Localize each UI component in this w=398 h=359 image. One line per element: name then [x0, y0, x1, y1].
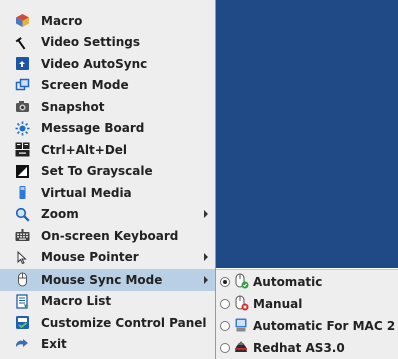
radio-button[interactable]: [220, 299, 230, 309]
macro-icon: [15, 13, 30, 28]
menu-item-exit[interactable]: Exit: [0, 334, 215, 356]
customize-panel-icon: [15, 315, 30, 330]
manual-mouse-icon: [233, 295, 249, 311]
menu-item-message-board[interactable]: Message Board: [0, 118, 215, 140]
submenu-arrow-icon: [204, 253, 208, 262]
menu-item-on-screen-keyboard[interactable]: On-screen Keyboard: [0, 225, 215, 247]
menu-item-virtual-media[interactable]: Virtual Media: [0, 182, 215, 204]
mac-icon: [233, 317, 249, 333]
radio-button[interactable]: [220, 343, 230, 353]
menu-item-video-settings[interactable]: Video Settings: [0, 32, 215, 54]
menu-item-ctrl-alt-del[interactable]: Ctrl+Alt+Del: [0, 139, 215, 161]
radio-button-selected[interactable]: [220, 277, 230, 287]
exit-icon: [15, 337, 30, 352]
control-menu: Macro Video Settings Video AutoSync Scre…: [0, 0, 216, 359]
submenu-item-manual[interactable]: Manual: [216, 293, 398, 315]
radio-button[interactable]: [220, 321, 230, 331]
zoom-icon: [15, 207, 30, 222]
menu-item-macro[interactable]: Macro: [0, 10, 215, 32]
wrench-icon: [15, 35, 30, 50]
menu-item-customize-control-panel[interactable]: Customize Control Panel: [0, 312, 215, 334]
autosync-icon: [15, 56, 30, 71]
submenu-item-automatic-for-mac-2[interactable]: Automatic For MAC 2: [216, 315, 398, 337]
macro-list-icon: [15, 294, 30, 309]
grayscale-icon: [15, 164, 30, 179]
submenu-arrow-icon: [204, 275, 208, 284]
menu-item-mouse-sync-mode[interactable]: Mouse Sync Mode: [0, 269, 215, 291]
menu-item-snapshot[interactable]: Snapshot: [0, 96, 215, 118]
desktop-background: Macro Video Settings Video AutoSync Scre…: [0, 0, 398, 359]
mouse-sync-submenu: Automatic Manual Automatic For MAC 2 Red…: [216, 269, 398, 359]
camera-icon: [15, 99, 30, 114]
message-board-icon: [15, 121, 30, 136]
menu-item-macro-list[interactable]: Macro List: [0, 291, 215, 313]
keyboard-icon: [15, 228, 30, 243]
redhat-icon: [233, 339, 249, 355]
submenu-arrow-icon: [204, 210, 208, 219]
submenu-item-automatic[interactable]: Automatic: [216, 271, 398, 293]
mouse-icon: [15, 272, 30, 287]
ctrl-alt-del-icon: [15, 142, 30, 157]
menu-item-set-to-grayscale[interactable]: Set To Grayscale: [0, 161, 215, 183]
menu-item-screen-mode[interactable]: Screen Mode: [0, 75, 215, 97]
screen-mode-icon: [15, 78, 30, 93]
virtual-media-icon: [15, 185, 30, 200]
menu-item-zoom[interactable]: Zoom: [0, 204, 215, 226]
menu-item-mouse-pointer[interactable]: Mouse Pointer: [0, 247, 215, 269]
menu-item-video-autosync[interactable]: Video AutoSync: [0, 53, 215, 75]
auto-mouse-icon: [233, 273, 249, 289]
submenu-item-redhat-as3[interactable]: Redhat AS3.0: [216, 337, 398, 359]
mouse-pointer-icon: [15, 250, 30, 265]
